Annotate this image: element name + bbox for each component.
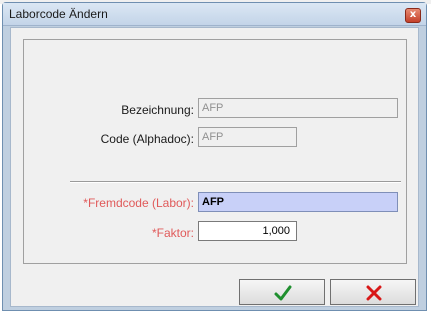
fremdcode-label: *Fremdcode (Labor): xyxy=(83,196,194,210)
title-bar[interactable]: Laborcode Ändern x xyxy=(3,3,426,26)
code-label: Code (Alphadoc): xyxy=(100,132,194,146)
bezeichnung-field: AFP xyxy=(198,98,398,118)
cancel-button[interactable] xyxy=(330,279,416,305)
bezeichnung-label: Bezeichnung: xyxy=(121,103,194,117)
close-icon: x xyxy=(409,9,417,20)
window-title: Laborcode Ändern xyxy=(9,7,108,21)
fremdcode-input[interactable]: AFP xyxy=(198,192,398,212)
close-button[interactable]: x xyxy=(405,8,421,23)
ok-button[interactable] xyxy=(239,279,325,305)
separator xyxy=(70,181,401,183)
dialog-body: Bezeichnung: AFP Code (Alphadoc): AFP *F… xyxy=(10,27,419,307)
red-x-icon xyxy=(366,285,382,301)
checkmark-icon xyxy=(274,285,292,301)
faktor-label: *Faktor: xyxy=(151,226,194,240)
laborcode-dialog: Laborcode Ändern x Bezeichnung: AFP Code… xyxy=(2,2,427,311)
faktor-input[interactable]: 1,000 xyxy=(198,221,297,241)
form-group: Bezeichnung: AFP Code (Alphadoc): AFP *F… xyxy=(23,39,407,264)
code-field: AFP xyxy=(198,127,297,147)
